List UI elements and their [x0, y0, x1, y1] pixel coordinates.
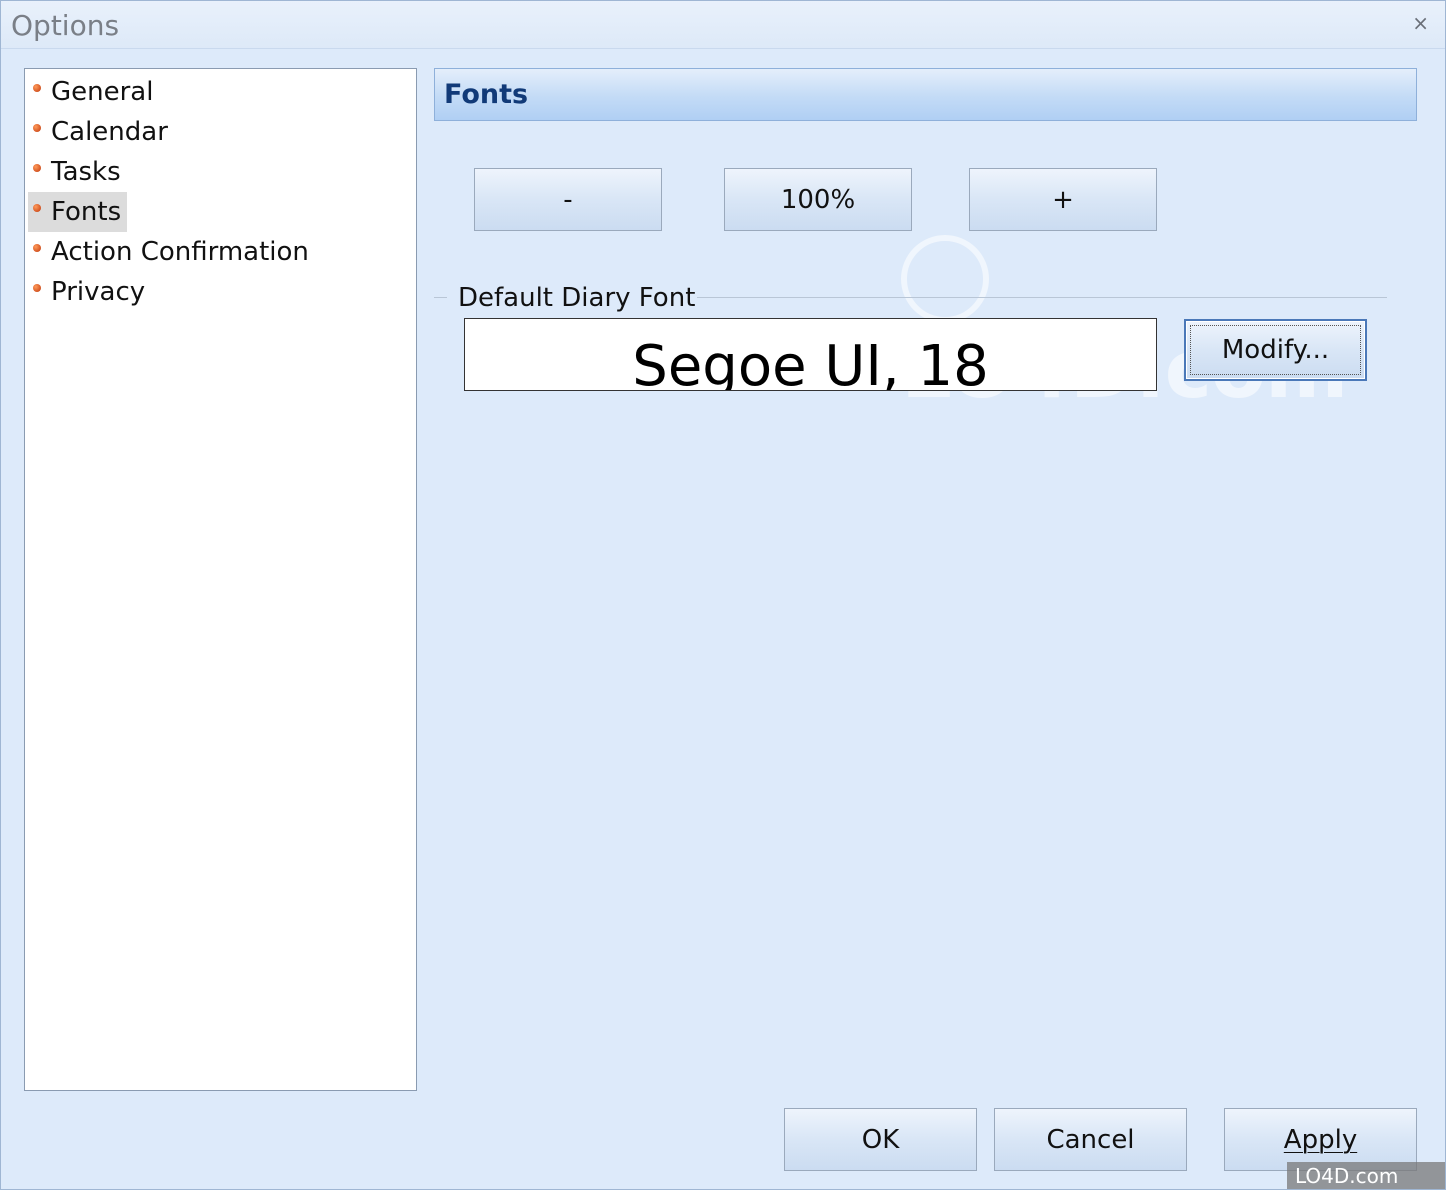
- bullet-icon: [33, 124, 41, 132]
- font-preview-text: Segoe UI, 18: [632, 334, 989, 391]
- title-bar[interactable]: Options ×: [1, 1, 1445, 49]
- bullet-icon: [33, 244, 41, 252]
- sidebar-item-label: Fonts: [51, 197, 122, 227]
- section-title: Fonts: [444, 79, 529, 110]
- sidebar-item-label: Privacy: [51, 277, 146, 307]
- ok-button[interactable]: OK: [784, 1108, 977, 1171]
- font-preview-box: Segoe UI, 18: [464, 318, 1157, 391]
- sidebar-item-label: General: [51, 77, 154, 107]
- zoom-increase-button[interactable]: +: [969, 168, 1157, 231]
- sidebar-item-label: Calendar: [51, 117, 168, 147]
- bullet-icon: [33, 84, 41, 92]
- watermark-circle-icon: [901, 235, 989, 324]
- modify-font-button[interactable]: Modify...: [1184, 319, 1367, 381]
- sidebar-item-general[interactable]: General: [28, 72, 159, 112]
- zoom-reset-button[interactable]: 100%: [724, 168, 912, 231]
- dialog-content: General Calendar Tasks Fonts Action Conf…: [1, 49, 1445, 1189]
- sidebar-item-label: Action Confirmation: [51, 237, 309, 267]
- group-divider: [434, 297, 447, 298]
- bullet-icon: [33, 284, 41, 292]
- bullet-icon: [33, 204, 41, 212]
- focus-rectangle: [1190, 325, 1361, 375]
- sidebar-item-calendar[interactable]: Calendar: [28, 112, 174, 152]
- sidebar-item-label: Tasks: [51, 157, 121, 187]
- group-divider: [697, 297, 1387, 298]
- sidebar-item-action-confirmation[interactable]: Action Confirmation: [28, 232, 315, 272]
- apply-button-label: Apply: [1283, 1124, 1358, 1155]
- options-dialog: Options × General Calendar Tasks Fonts A…: [0, 0, 1446, 1190]
- watermark-circle-icon: [221, 876, 259, 915]
- close-icon[interactable]: ×: [1412, 11, 1429, 35]
- default-font-group-label: Default Diary Font: [458, 283, 696, 313]
- bullet-icon: [33, 164, 41, 172]
- watermark-badge: LO4D.com: [1287, 1162, 1445, 1189]
- sidebar-item-fonts[interactable]: Fonts: [28, 192, 128, 232]
- sidebar-item-privacy[interactable]: Privacy: [28, 272, 151, 312]
- category-list: General Calendar Tasks Fonts Action Conf…: [24, 68, 417, 1091]
- zoom-decrease-button[interactable]: -: [474, 168, 662, 231]
- section-header: Fonts: [434, 68, 1417, 121]
- window-title: Options: [11, 9, 120, 42]
- cancel-button[interactable]: Cancel: [994, 1108, 1187, 1171]
- watermark-logo-small: LO4D.com: [221, 874, 416, 955]
- sidebar-item-tasks[interactable]: Tasks: [28, 152, 127, 192]
